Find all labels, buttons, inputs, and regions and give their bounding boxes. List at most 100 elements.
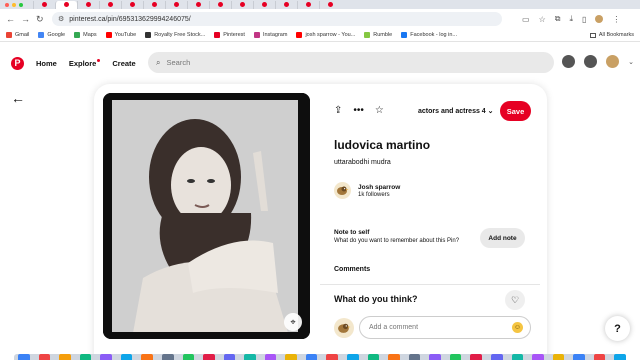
dock-app-icon[interactable]: [244, 354, 256, 360]
reload-icon[interactable]: ↻: [36, 14, 44, 25]
dock-app-icon[interactable]: [429, 354, 441, 360]
share-icon[interactable]: ⇪: [334, 105, 342, 116]
minimize-window-icon[interactable]: [12, 2, 16, 7]
dock-app-icon[interactable]: [552, 354, 565, 360]
dock-app-icon[interactable]: [511, 354, 524, 360]
dock-app-icon[interactable]: [490, 354, 503, 360]
browser-tab[interactable]: [253, 0, 275, 9]
browser-tab[interactable]: [99, 0, 121, 9]
tab-list: [33, 0, 341, 9]
browser-tab[interactable]: [187, 0, 209, 9]
dock-app-icon[interactable]: [449, 354, 462, 360]
bookmark-item[interactable]: Google: [38, 32, 65, 38]
comment-input[interactable]: Add a comment ☺: [359, 316, 531, 339]
dock-app-icon[interactable]: [408, 354, 421, 360]
browser-tab[interactable]: [275, 0, 297, 9]
creator-avatar[interactable]: [334, 182, 351, 199]
browser-tab[interactable]: [55, 0, 77, 9]
dock-app-icon[interactable]: [182, 354, 195, 360]
pin-icon[interactable]: ☆: [375, 105, 384, 116]
bookmark-item[interactable]: Gmail: [6, 32, 29, 38]
browser-tab[interactable]: [319, 0, 341, 9]
emoji-icon[interactable]: ☺: [512, 322, 523, 333]
dock-app-icon[interactable]: [593, 354, 606, 360]
bookmark-star-icon[interactable]: ☆: [539, 15, 546, 24]
user-avatar[interactable]: [606, 55, 620, 68]
browser-tab[interactable]: [143, 0, 165, 9]
pinterest-logo-icon[interactable]: P: [11, 56, 24, 70]
dock-app-icon[interactable]: [347, 354, 359, 360]
nav-create[interactable]: Create: [112, 59, 135, 68]
all-bookmarks-button[interactable]: All Bookmarks: [589, 32, 634, 38]
heart-icon[interactable]: ♡: [505, 290, 525, 310]
dock-app-icon[interactable]: [614, 354, 626, 360]
bookmark-item[interactable]: YouTube: [105, 32, 136, 38]
dock-app-icon[interactable]: [38, 354, 51, 360]
nav-explore[interactable]: Explore: [69, 58, 101, 68]
browser-tab[interactable]: [77, 0, 99, 9]
back-nav-icon[interactable]: ←: [6, 14, 15, 25]
save-button[interactable]: Save: [500, 101, 531, 121]
sparrow-avatar-icon: [338, 323, 351, 333]
chevron-down-icon[interactable]: ⌄: [628, 58, 634, 66]
nav-home[interactable]: Home: [36, 59, 57, 68]
browser-tab[interactable]: [165, 0, 187, 9]
creator-info[interactable]: Josh sparrow 1k followers: [334, 182, 400, 199]
profile-avatar[interactable]: [595, 15, 604, 23]
dock-app-icon[interactable]: [203, 354, 215, 360]
sidepanel-icon[interactable]: ▯: [582, 15, 586, 24]
browser-tab[interactable]: [121, 0, 143, 9]
board-selector[interactable]: actors and actress 4 ⌄: [418, 107, 494, 115]
search-input[interactable]: ⌕ Search: [148, 52, 554, 73]
dock-app-icon[interactable]: [161, 354, 174, 360]
dock-app-icon[interactable]: [223, 354, 236, 360]
bookmark-item[interactable]: Maps: [74, 32, 97, 38]
dock-app-icon[interactable]: [470, 354, 482, 360]
browser-tab[interactable]: [297, 0, 319, 9]
dock-app-icon[interactable]: [388, 354, 400, 360]
dock-app-icon[interactable]: [100, 354, 112, 360]
dock-app-icon[interactable]: [285, 354, 297, 360]
messages-icon[interactable]: [584, 55, 598, 68]
download-icon[interactable]: ⤓: [569, 14, 573, 24]
maximize-window-icon[interactable]: [19, 2, 23, 7]
dock-app-icon[interactable]: [59, 354, 71, 360]
dock-app-icon[interactable]: [305, 354, 318, 360]
comments-heading[interactable]: Comments: [334, 266, 370, 273]
window-controls[interactable]: [5, 2, 23, 7]
visual-search-icon[interactable]: ⌖: [284, 313, 302, 331]
pinterest-favicon-icon: [130, 2, 135, 7]
pin-image[interactable]: ⌖: [103, 93, 310, 339]
bookmark-item[interactable]: Pinterest: [214, 32, 245, 38]
more-options-icon[interactable]: •••: [353, 105, 364, 116]
dock-app-icon[interactable]: [141, 354, 153, 360]
dock-app-icon[interactable]: [532, 354, 544, 360]
browser-tab[interactable]: [231, 0, 253, 9]
cast-icon[interactable]: ▭: [522, 15, 530, 24]
forward-nav-icon[interactable]: →: [21, 14, 30, 25]
dock-app-icon[interactable]: [79, 354, 92, 360]
back-arrow-icon[interactable]: ←: [11, 90, 25, 106]
site-info-icon[interactable]: ⚙: [58, 15, 64, 23]
bookmark-item[interactable]: Instagram: [253, 32, 287, 38]
creator-name[interactable]: Josh sparrow: [358, 184, 400, 191]
dock-app-icon[interactable]: [18, 354, 30, 360]
address-bar[interactable]: ⚙ pinterest.ca/pin/695313629994246075/: [52, 12, 502, 26]
dock-app-icon[interactable]: [573, 354, 585, 360]
dock-app-icon[interactable]: [264, 354, 277, 360]
help-button[interactable]: ?: [605, 316, 630, 341]
extensions-icon[interactable]: ⧉: [555, 14, 561, 24]
browser-tab[interactable]: [209, 0, 231, 9]
dock-app-icon[interactable]: [367, 354, 380, 360]
bookmark-item[interactable]: josh sparrow - You...: [296, 32, 355, 38]
dock-app-icon[interactable]: [326, 354, 338, 360]
close-window-icon[interactable]: [5, 2, 9, 7]
notifications-bell-icon[interactable]: [562, 55, 576, 68]
browser-tab[interactable]: [33, 0, 55, 9]
dock-app-icon[interactable]: [120, 354, 133, 360]
menu-icon[interactable]: ⋮: [612, 15, 620, 24]
add-note-button[interactable]: Add note: [480, 228, 525, 248]
bookmark-item[interactable]: Royalty Free Stock...: [145, 32, 205, 38]
bookmark-item[interactable]: Rumble: [364, 32, 392, 38]
bookmark-item[interactable]: Facebook - log in...: [401, 32, 457, 38]
